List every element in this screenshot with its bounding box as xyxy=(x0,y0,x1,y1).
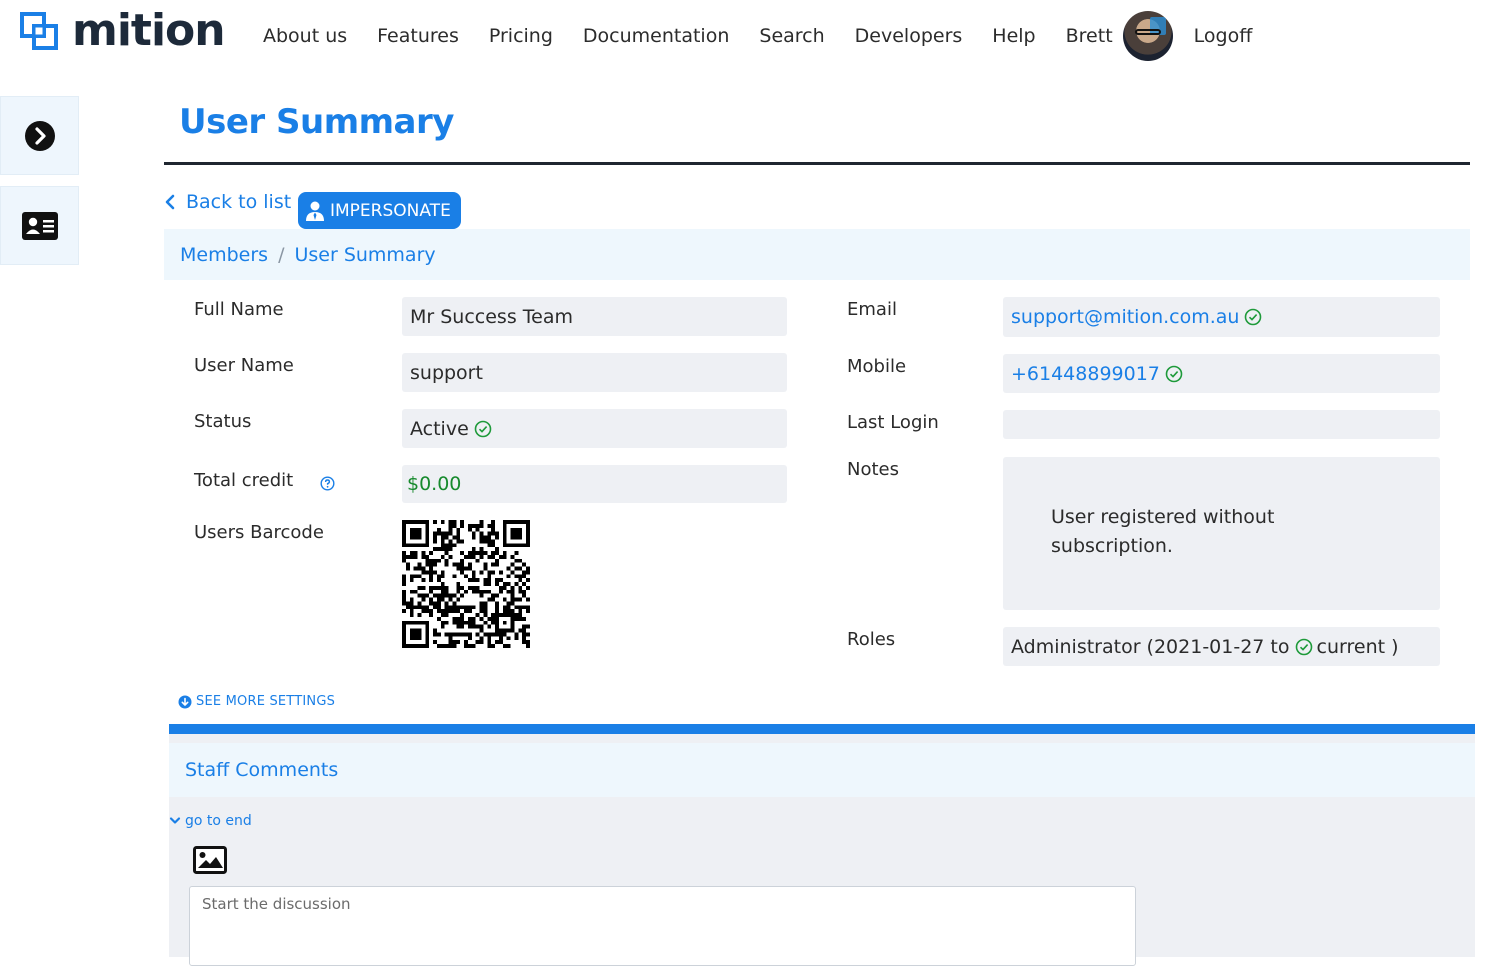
chevron-down-icon xyxy=(169,817,181,824)
nav-pricing[interactable]: Pricing xyxy=(474,25,568,47)
go-to-end-link[interactable]: go to end xyxy=(169,813,252,829)
staff-comments-header: Staff Comments xyxy=(169,743,1475,797)
mobile-value[interactable]: +61448899017 xyxy=(1011,363,1160,385)
logo-text: mition xyxy=(72,5,226,56)
check-circle-icon xyxy=(1295,638,1312,655)
sidebar-expand-button[interactable] xyxy=(0,96,79,175)
nav-developers[interactable]: Developers xyxy=(840,25,978,47)
roles-label: Roles xyxy=(847,629,896,650)
mobile-field[interactable]: +61448899017 xyxy=(1003,354,1440,393)
top-nav: About us Features Pricing Documentation … xyxy=(248,11,1268,61)
breadcrumb: Members / User Summary xyxy=(164,229,1470,280)
check-circle-icon xyxy=(474,420,492,437)
email-value[interactable]: support@mition.com.au xyxy=(1011,306,1239,328)
discussion-input[interactable] xyxy=(189,886,1136,966)
check-circle-icon xyxy=(1245,308,1262,326)
title-divider xyxy=(164,162,1470,165)
go-to-end-label: go to end xyxy=(185,813,252,829)
qr-code xyxy=(402,520,530,648)
last-login-label: Last Login xyxy=(847,412,939,433)
email-field[interactable]: support@mition.com.au xyxy=(1003,297,1440,337)
nav-logoff[interactable]: Logoff xyxy=(1179,25,1268,47)
user-name-field[interactable]: support xyxy=(402,353,787,392)
nav-about-us[interactable]: About us xyxy=(248,25,362,47)
see-more-settings-link[interactable]: SEE MORE SETTINGS xyxy=(178,694,335,709)
back-to-list-label: Back to list xyxy=(186,191,292,213)
notes-field[interactable]: User registered without subscription. xyxy=(1003,457,1440,610)
chevron-right-circle-icon xyxy=(24,120,55,151)
full-name-field[interactable]: Mr Success Team xyxy=(402,297,787,336)
notes-label: Notes xyxy=(847,459,899,480)
status-label: Status xyxy=(194,411,252,432)
total-credit-value: $0.00 xyxy=(407,473,462,495)
mobile-label: Mobile xyxy=(847,356,907,377)
arrow-down-circle-icon xyxy=(178,695,192,708)
back-to-list-link[interactable]: Back to list xyxy=(164,188,291,216)
sidebar-contact-card-button[interactable] xyxy=(0,186,79,265)
section-divider xyxy=(169,724,1475,734)
id-card-icon xyxy=(21,211,58,240)
status-field[interactable]: Active xyxy=(402,409,787,448)
nav-help[interactable]: Help xyxy=(977,25,1050,47)
total-credit-label: Total credit xyxy=(194,470,294,491)
see-more-label: SEE MORE SETTINGS xyxy=(196,694,336,709)
chevron-left-icon xyxy=(165,194,175,210)
nav-features[interactable]: Features xyxy=(362,25,474,47)
notes-value: User registered without subscription. xyxy=(1051,506,1275,557)
breadcrumb-members[interactable]: Members xyxy=(180,244,268,266)
impersonate-label: IMPERSONATE xyxy=(330,200,451,221)
check-circle-icon xyxy=(1165,365,1183,382)
help-circle-icon[interactable] xyxy=(320,476,335,491)
email-label: Email xyxy=(847,299,897,320)
image-upload-icon[interactable] xyxy=(193,846,227,874)
nav-documentation[interactable]: Documentation xyxy=(568,25,744,47)
total-credit-field[interactable]: $0.00 xyxy=(402,465,787,503)
role-end-value: current ) xyxy=(1316,635,1399,658)
avatar[interactable] xyxy=(1122,11,1173,61)
users-barcode-label: Users Barcode xyxy=(194,522,324,543)
impersonate-button[interactable]: IMPERSONATE xyxy=(298,192,461,229)
logo-mark-icon xyxy=(20,12,58,50)
mition-logo[interactable]: mition xyxy=(20,5,226,56)
user-name-value: support xyxy=(410,361,483,384)
role-value: Administrator (2021-01-27 to xyxy=(1011,635,1290,658)
nav-user-name[interactable]: Brett xyxy=(1051,25,1119,47)
user-name-label: User Name xyxy=(194,355,294,376)
breadcrumb-user-summary[interactable]: User Summary xyxy=(294,244,435,266)
user-tie-icon xyxy=(306,201,324,221)
full-name-value: Mr Success Team xyxy=(410,305,573,328)
roles-field[interactable]: Administrator (2021-01-27 to current ) xyxy=(1003,627,1440,666)
status-value: Active xyxy=(410,417,469,440)
full-name-label: Full Name xyxy=(194,299,284,320)
staff-comments-title: Staff Comments xyxy=(185,759,339,781)
last-login-field[interactable] xyxy=(1003,410,1440,439)
nav-search[interactable]: Search xyxy=(744,25,839,47)
breadcrumb-separator: / xyxy=(278,243,285,266)
page-title: User Summary xyxy=(179,102,454,142)
